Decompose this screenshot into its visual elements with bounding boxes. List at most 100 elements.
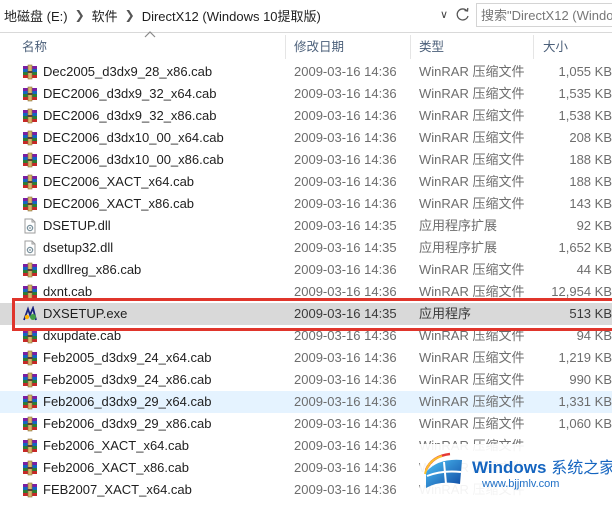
header-date[interactable]: 修改日期 [294,33,344,61]
header-type[interactable]: 类型 [419,33,444,61]
file-size: 1,060 KB [558,416,612,431]
highlight-box [12,298,612,331]
file-size: 188 KB [569,152,612,167]
file-type: WinRAR 压缩文件 [419,174,525,189]
file-type: WinRAR 压缩文件 [419,416,525,431]
file-type: WinRAR 压缩文件 [419,262,525,277]
breadcrumb: 地磁盘 (E:) ❯ 软件 ❯ DirectX12 (Windows 10提取版… [0,0,432,30]
file-name: Feb2006_XACT_x86.cab [43,460,189,475]
winrar-archive-icon [22,152,38,168]
file-row[interactable]: dxdllreg_x86.cab 2009-03-16 14:36 WinRAR 压… [0,259,612,281]
header-name[interactable]: 名称 [22,33,47,61]
column-divider[interactable] [410,35,411,59]
file-row[interactable]: DEC2006_d3dx9_32_x86.cab 2009-03-16 14:36… [0,105,612,127]
header-size[interactable]: 大小 [543,33,568,61]
winrar-archive-icon [22,460,38,476]
file-date: 2009-03-16 14:36 [294,130,397,145]
winrar-archive-icon [22,416,38,432]
file-list: Dec2005_d3dx9_28_x86.cab 2009-03-16 14:36… [0,61,612,501]
watermark: Windows 系统之家 www.bjjmlv.com [420,444,612,498]
file-name: DEC2006_d3dx10_00_x86.cab [43,152,224,167]
file-type: WinRAR 压缩文件 [419,130,525,145]
file-type: WinRAR 压缩文件 [419,372,525,387]
file-date: 2009-03-16 14:36 [294,64,397,79]
chevron-right-icon[interactable]: ❯ [122,8,138,22]
file-size: 1,538 KB [558,108,612,123]
file-row[interactable]: Dec2005_d3dx9_28_x86.cab 2009-03-16 14:36… [0,61,612,83]
file-row[interactable]: DEC2006_d3dx9_32_x64.cab 2009-03-16 14:36… [0,83,612,105]
winrar-archive-icon [22,108,38,124]
file-size: 1,652 KB [558,240,612,255]
file-row[interactable]: Feb2005_d3dx9_24_x86.cab 2009-03-16 14:36… [0,369,612,391]
winrar-archive-icon [22,196,38,212]
file-date: 2009-03-16 14:36 [294,438,397,453]
file-date: 2009-03-16 14:36 [294,350,397,365]
file-date: 2009-03-16 14:36 [294,86,397,101]
file-date: 2009-03-16 14:36 [294,152,397,167]
sort-ascending-icon [144,31,156,38]
watermark-brand-en: Windows [472,458,547,477]
dll-file-icon [22,240,38,256]
winrar-archive-icon [22,130,38,146]
winrar-archive-icon [22,350,38,366]
file-size: 1,535 KB [558,86,612,101]
file-row[interactable]: dsetup32.dll 2009-03-16 14:35 应用程序扩展 1,652 … [0,237,612,259]
file-type: WinRAR 压缩文件 [419,64,525,79]
winrar-archive-icon [22,86,38,102]
winrar-archive-icon [22,64,38,80]
column-divider[interactable] [533,35,534,59]
watermark-brand: Windows 系统之家 [472,454,612,478]
file-type: WinRAR 压缩文件 [419,394,525,409]
file-date: 2009-03-16 14:36 [294,196,397,211]
file-row[interactable]: DEC2006_XACT_x64.cab 2009-03-16 14:36 WinR… [0,171,612,193]
watermark-url: www.bjjmlv.com [482,478,560,490]
file-size: 208 KB [569,130,612,145]
file-type: WinRAR 压缩文件 [419,152,525,167]
breadcrumb-software[interactable]: 软件 [88,6,122,25]
file-row[interactable]: Feb2005_d3dx9_24_x64.cab 2009-03-16 14:36… [0,347,612,369]
watermark-brand-cn: 系统之家 [551,460,612,477]
winrar-archive-icon [22,394,38,410]
address-dropdown-icon[interactable]: ∨ [436,6,452,24]
file-type: WinRAR 压缩文件 [419,108,525,123]
file-name: Dec2005_d3dx9_28_x86.cab [43,64,213,79]
file-date: 2009-03-16 14:36 [294,262,397,277]
file-date: 2009-03-16 14:36 [294,108,397,123]
file-name: DEC2006_d3dx10_00_x64.cab [43,130,224,145]
file-date: 2009-03-16 14:35 [294,218,397,233]
file-date: 2009-03-16 14:36 [294,416,397,431]
column-divider[interactable] [285,35,286,59]
file-name: dsetup32.dll [43,240,114,255]
breadcrumb-drive[interactable]: 地磁盘 (E:) [0,6,72,25]
file-size: 990 KB [569,372,612,387]
search-input[interactable]: 搜索"DirectX12 (Windows [476,3,612,27]
file-name: dxdllreg_x86.cab [43,262,142,277]
column-header: 名称 修改日期 类型 大小 [0,33,612,61]
file-row[interactable]: DEC2006_XACT_x86.cab 2009-03-16 14:36 WinR… [0,193,612,215]
winrar-archive-icon [22,438,38,454]
file-type: WinRAR 压缩文件 [419,86,525,101]
file-size: 92 KB [576,218,612,233]
file-row[interactable]: Feb2006_d3dx9_29_x64.cab 2009-03-16 14:36… [0,391,612,413]
file-date: 2009-03-16 14:36 [294,174,397,189]
chevron-right-icon[interactable]: ❯ [72,8,88,22]
file-name: Feb2006_d3dx9_29_x64.cab [43,394,212,409]
file-size: 143 KB [569,196,612,211]
file-name: Feb2005_d3dx9_24_x64.cab [43,350,212,365]
file-name: Feb2006_XACT_x64.cab [43,438,189,453]
breadcrumb-directx[interactable]: DirectX12 (Windows 10提取版) [138,6,325,25]
file-row[interactable]: DEC2006_d3dx10_00_x64.cab 2009-03-16 14:3… [0,127,612,149]
file-row[interactable]: DSETUP.dll 2009-03-16 14:35 应用程序扩展 92 KB [0,215,612,237]
file-type: WinRAR 压缩文件 [419,350,525,365]
file-row[interactable]: DEC2006_d3dx10_00_x86.cab 2009-03-16 14:3… [0,149,612,171]
winrar-archive-icon [22,372,38,388]
winrar-archive-icon [22,262,38,278]
file-name: DEC2006_d3dx9_32_x64.cab [43,86,217,101]
file-date: 2009-03-16 14:36 [294,372,397,387]
file-row[interactable]: Feb2006_d3dx9_29_x86.cab 2009-03-16 14:36… [0,413,612,435]
file-size: 1,331 KB [558,394,612,409]
file-type: WinRAR 压缩文件 [419,196,525,211]
file-size: 1,055 KB [558,64,612,79]
file-size: 188 KB [569,174,612,189]
refresh-icon[interactable] [454,5,472,25]
